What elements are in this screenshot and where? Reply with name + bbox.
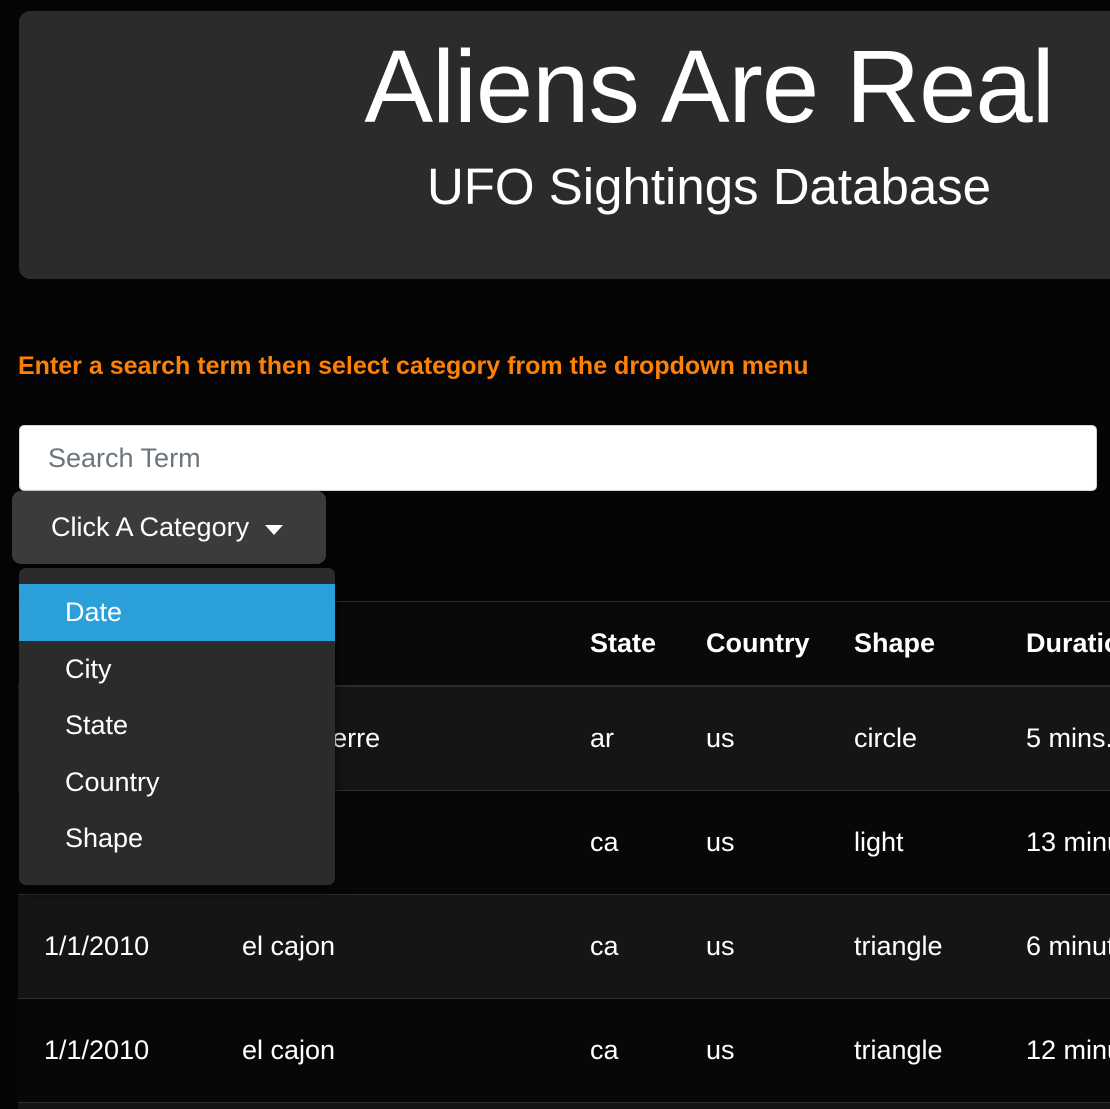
cell-city: el cajon <box>216 894 564 999</box>
cell-duration: 5 mins. <box>1000 685 1110 791</box>
cell-shape: light <box>828 790 1000 895</box>
cell-country: us <box>680 998 828 1103</box>
page-header-jumbotron: Aliens Are Real UFO Sightings Database <box>19 11 1110 279</box>
cell-country: us <box>680 790 828 895</box>
cell-date: 1/1/2010 <box>18 1102 216 1109</box>
table-row: 1/1/2010 el cajon ca us triangle 12 minu… <box>18 998 1110 1103</box>
cell-state: ca <box>564 998 680 1103</box>
category-dropdown-menu: Date City State Country Shape <box>19 568 335 885</box>
page-subtitle: UFO Sightings Database <box>426 158 992 216</box>
cell-shape: triangle <box>828 998 1000 1103</box>
dropdown-item-city[interactable]: City <box>19 641 335 698</box>
cell-state: ca <box>564 790 680 895</box>
cell-shape: triangle <box>828 894 1000 999</box>
column-header-duration: Duration <box>1000 601 1110 687</box>
table-row: 1/1/2010 el cajon ca us triangle 6 minut… <box>18 894 1110 999</box>
cell-date: 1/1/2010 <box>18 894 216 999</box>
cell-country: us <box>680 894 828 999</box>
cell-country: us <box>680 1102 828 1109</box>
dropdown-item-country[interactable]: Country <box>19 754 335 811</box>
cell-duration: 13 minutes <box>1000 790 1110 895</box>
cell-state: ca <box>564 1102 680 1109</box>
table-row: 1/1/2010 fresno ca us light 1 min <box>18 1102 1110 1109</box>
cell-country: us <box>680 685 828 791</box>
dropdown-item-date[interactable]: Date <box>19 584 335 641</box>
search-field-wrapper <box>19 425 1097 491</box>
category-dropdown-button[interactable]: Click A Category <box>12 491 326 564</box>
dropdown-item-state[interactable]: State <box>19 697 335 754</box>
cell-date: 1/1/2010 <box>18 998 216 1103</box>
cell-shape: circle <box>828 685 1000 791</box>
column-header-shape: Shape <box>828 601 1000 687</box>
column-header-state: State <box>564 601 680 687</box>
cell-duration: 1 min <box>1000 1102 1110 1109</box>
cell-city: fresno <box>216 1102 564 1109</box>
category-dropdown-label: Click A Category <box>51 512 250 542</box>
page-title: Aliens Are Real <box>364 29 1054 144</box>
cell-state: ar <box>564 685 680 791</box>
instruction-text: Enter a search term then select category… <box>18 352 809 380</box>
chevron-down-icon <box>265 524 284 535</box>
cell-duration: 6 minutes <box>1000 894 1110 999</box>
page-root: Aliens Are Real UFO Sightings Database E… <box>0 0 1110 1109</box>
dropdown-item-shape[interactable]: Shape <box>19 810 335 867</box>
cell-shape: light <box>828 1102 1000 1109</box>
column-header-country: Country <box>680 601 828 687</box>
cell-state: ca <box>564 894 680 999</box>
cell-city: el cajon <box>216 998 564 1103</box>
cell-duration: 12 minutes <box>1000 998 1110 1103</box>
search-input[interactable] <box>19 425 1097 491</box>
